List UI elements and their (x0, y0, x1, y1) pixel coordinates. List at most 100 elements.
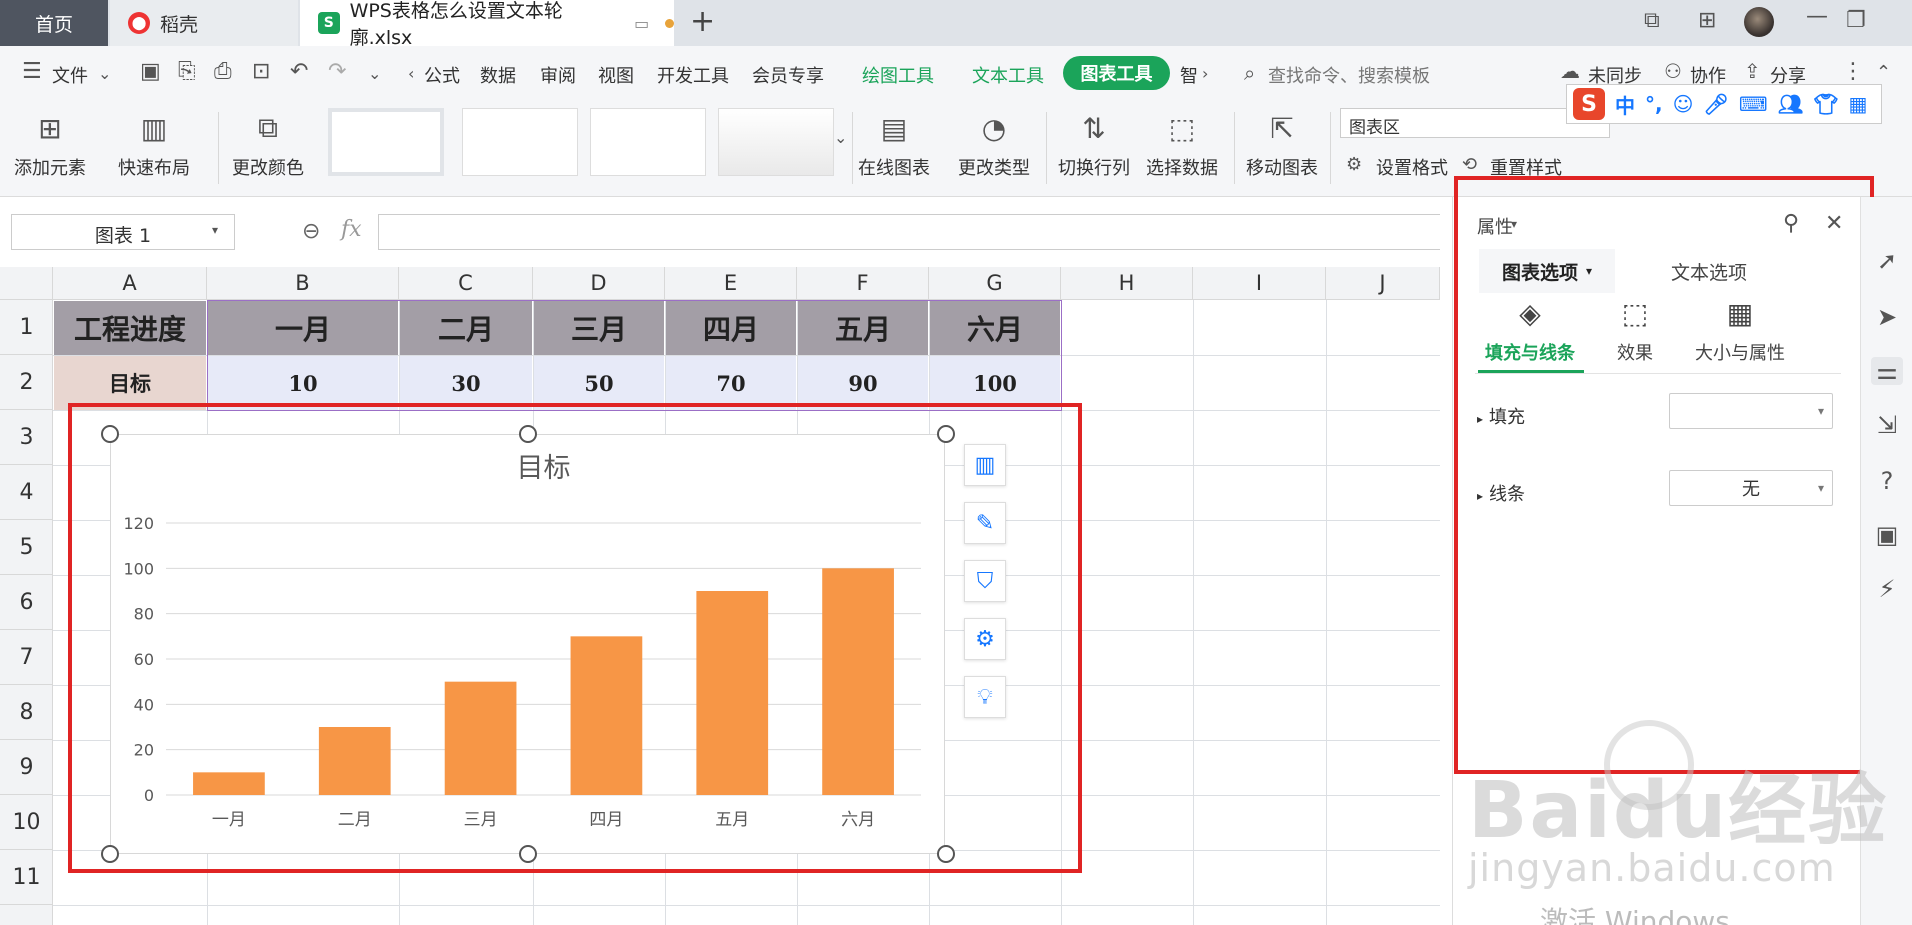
row-header[interactable]: 4 (0, 465, 53, 520)
toolbox-icon[interactable]: ▦ (1849, 92, 1868, 116)
tab-home-label: 首页 (34, 13, 73, 36)
column-header[interactable]: B (207, 267, 399, 300)
name-box[interactable]: 图表 1 (11, 214, 235, 250)
tab-current-file[interactable]: S WPS表格怎么设置文本轮廓.xlsx ▭ (300, 0, 674, 49)
change-color-button[interactable]: ⧉ 更改颜色 (232, 102, 304, 180)
minimize-icon[interactable]: — (1806, 4, 1828, 29)
gridline (1326, 300, 1327, 925)
export-pdf-icon[interactable]: ⎘ (178, 59, 196, 84)
avatar[interactable] (1744, 7, 1774, 37)
menu-text-tools[interactable]: 文本工具 (972, 62, 1044, 88)
ime-language[interactable]: 中 (1615, 90, 1635, 119)
column-header[interactable]: E (665, 267, 797, 300)
print-preview-icon[interactable]: ⊡ (252, 59, 270, 84)
highlight-box-chart (68, 403, 1082, 873)
grid-apps-icon[interactable]: ⊞ (1698, 8, 1716, 33)
window-layout-icon[interactable]: ⧉ (1644, 8, 1660, 33)
row-header[interactable]: 8 (0, 685, 53, 740)
menu-drawing-tools[interactable]: 绘图工具 (862, 62, 934, 88)
menu-developer[interactable]: 开发工具 (657, 62, 729, 88)
more-options-icon[interactable]: ⋮ (1842, 59, 1864, 84)
name-box-dropdown-icon[interactable]: ▾ (212, 223, 218, 237)
transform-icon[interactable]: ⇲ (1871, 411, 1903, 439)
select-pointer-icon[interactable]: ➤ (1871, 303, 1903, 331)
tab-docer[interactable]: ⬤ 稻壳 (110, 0, 298, 46)
tab-home[interactable]: 首页 (0, 0, 108, 46)
menu-review[interactable]: 审阅 (540, 62, 576, 88)
row-header[interactable]: 1 (0, 300, 53, 355)
row-header[interactable]: 5 (0, 520, 53, 575)
row-header[interactable]: 2 (0, 355, 53, 410)
column-header[interactable]: G (929, 267, 1061, 300)
change-type-button[interactable]: ◔ 更改类型 (958, 102, 1030, 180)
menu-member[interactable]: 会员专享 (752, 62, 824, 88)
menu-data[interactable]: 数据 (480, 62, 516, 88)
cell-a2[interactable]: 目标 (54, 356, 207, 410)
menu-formulas[interactable]: 公式 (424, 62, 460, 88)
scroll-left-icon[interactable]: ‹ (408, 64, 414, 83)
chart-style-2[interactable] (462, 108, 578, 176)
row-header[interactable]: 6 (0, 575, 53, 630)
zoom-search-icon[interactable]: ⊖ (302, 219, 320, 244)
microphone-icon[interactable]: 🎤︎ (1703, 92, 1728, 116)
image-tool-icon[interactable]: ▣ (1871, 521, 1903, 549)
column-header[interactable]: I (1193, 267, 1326, 300)
row-header[interactable]: 9 (0, 740, 53, 795)
menu-file[interactable]: 文件 (52, 62, 88, 88)
chart-style-3[interactable] (590, 108, 706, 176)
gridline (1193, 300, 1194, 925)
keyboard-icon[interactable]: ⌨ (1739, 92, 1768, 116)
skin-icon[interactable]: 👕︎ (1813, 92, 1838, 116)
select-data-button[interactable]: ⬚ 选择数据 (1146, 102, 1218, 180)
column-header[interactable]: A (53, 267, 207, 300)
undo-icon[interactable]: ↶ (290, 59, 308, 84)
row-header[interactable]: 3 (0, 410, 53, 465)
properties-sliders-icon[interactable]: ⚌ (1871, 357, 1903, 385)
user-icon[interactable]: 👥︎ (1778, 92, 1803, 116)
hamburger-icon[interactable]: ☰ (22, 59, 42, 84)
move-chart-button[interactable]: ⇱ 移动图表 (1246, 102, 1318, 180)
menu-smart[interactable]: 智 (1180, 62, 1198, 88)
quick-layout-button[interactable]: ▥ 快速布局 (118, 102, 190, 180)
column-header[interactable]: F (797, 267, 929, 300)
set-format-button[interactable]: 设置格式 (1376, 154, 1448, 180)
collapse-ribbon-icon[interactable]: ⌃ (1876, 62, 1891, 83)
formula-input[interactable] (378, 214, 1440, 250)
sogou-logo-icon[interactable]: S (1573, 88, 1605, 120)
help-icon[interactable]: ? (1871, 467, 1903, 495)
chart-style-1[interactable] (328, 108, 444, 176)
menu-view[interactable]: 视图 (598, 62, 634, 88)
ribbon-separator (852, 112, 853, 184)
formula-bar: 图表 1 ▾ ⊖ fx (0, 197, 1440, 267)
punctuation-icon[interactable]: °, (1645, 92, 1663, 116)
rocket-icon[interactable]: ➚ (1871, 247, 1903, 275)
switch-row-col-button[interactable]: ⇅ 切换行列 (1058, 102, 1130, 180)
menu-chart-tools[interactable]: 图表工具 (1063, 56, 1170, 90)
row-header[interactable]: 7 (0, 630, 53, 685)
redo-icon[interactable]: ↷ (328, 59, 346, 84)
online-chart-button[interactable]: ▤ 在线图表 (858, 102, 930, 180)
column-header[interactable]: H (1061, 267, 1193, 300)
chevron-down-icon[interactable]: ⌄ (98, 64, 111, 83)
restore-icon[interactable]: ❐ (1846, 8, 1866, 33)
scroll-right-icon[interactable]: › (1202, 64, 1208, 83)
fx-icon[interactable]: fx (341, 217, 362, 242)
cell-a1[interactable]: 工程进度 (54, 301, 207, 355)
emoji-icon[interactable]: ☺ (1673, 92, 1694, 116)
styles-more-icon[interactable]: ⌄ (834, 128, 847, 147)
column-header[interactable]: C (399, 267, 533, 300)
new-tab-button[interactable]: + (690, 4, 715, 39)
row-header[interactable]: 10 (0, 795, 53, 850)
flash-icon[interactable]: ⚡︎ (1871, 575, 1903, 603)
add-element-button[interactable]: ⊞ 添加元素 (14, 102, 86, 180)
chart-element-value: 图表区 (1349, 118, 1400, 138)
column-header[interactable]: D (533, 267, 665, 300)
chart-style-4[interactable] (718, 108, 834, 176)
column-header[interactable]: J (1326, 267, 1440, 300)
customize-dropdown-icon[interactable]: ⌄ (368, 64, 381, 83)
save-icon[interactable]: ▣ (140, 59, 161, 84)
row-header[interactable]: 11 (0, 850, 53, 905)
command-search[interactable]: 查找命令、搜索模板 (1268, 62, 1430, 88)
print-icon[interactable]: ⎙ (214, 59, 232, 84)
select-all-corner[interactable] (0, 267, 53, 300)
